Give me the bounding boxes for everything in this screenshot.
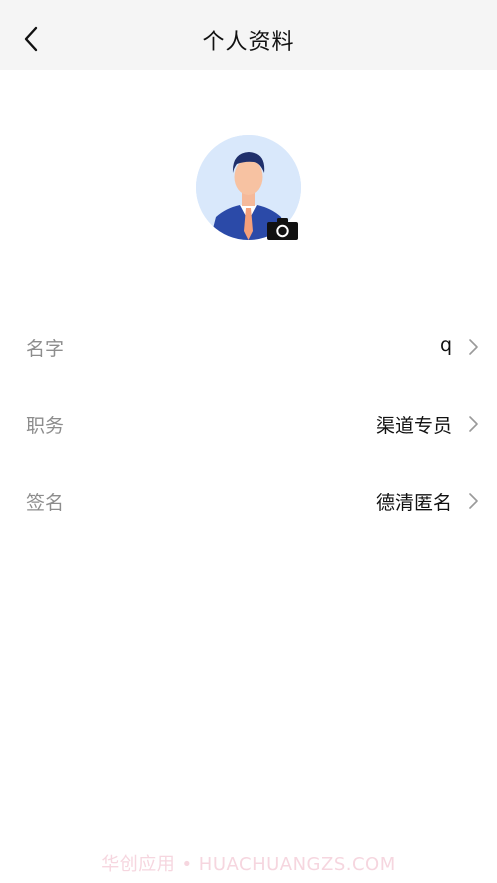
profile-row-signature[interactable]: 签名 德清匿名 <box>0 466 497 536</box>
position-value: 渠道专员 <box>375 415 452 437</box>
name-label: 名字 <box>26 338 65 360</box>
camera-icon <box>267 218 298 240</box>
name-value: q <box>439 334 452 356</box>
profile-row-name[interactable]: 名字 q <box>0 312 497 382</box>
chevron-right-icon <box>469 493 478 509</box>
profile-row-position[interactable]: 职务 渠道专员 <box>0 389 497 459</box>
watermark: 华创应用 • HUACHUANGZS.COM <box>101 854 396 875</box>
avatar-container[interactable] <box>196 135 301 240</box>
top-navigation-bar: 个人资料 <box>0 0 497 70</box>
signature-label: 签名 <box>26 492 65 514</box>
position-label: 职务 <box>26 415 65 437</box>
change-avatar-camera-button[interactable] <box>266 217 299 241</box>
chevron-right-icon <box>469 416 478 432</box>
page-title: 个人资料 <box>202 30 295 55</box>
chevron-right-icon <box>469 339 478 355</box>
signature-value: 德清匿名 <box>375 492 452 514</box>
